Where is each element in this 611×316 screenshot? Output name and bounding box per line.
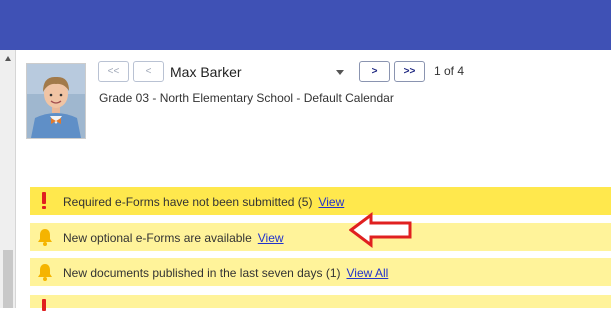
bell-icon — [38, 229, 52, 246]
chevron-down-icon — [336, 70, 344, 75]
alert-text: Required e-Forms have not been submitted… — [63, 195, 313, 209]
previous-student-button[interactable]: < — [133, 61, 164, 82]
student-select[interactable]: Max Barker — [170, 62, 348, 82]
view-optional-eforms-link[interactable]: View — [258, 231, 284, 245]
view-all-documents-link[interactable]: View All — [346, 266, 388, 280]
student-grade-school: Grade 03 - North Elementary School - Def… — [99, 91, 394, 105]
divider — [15, 50, 16, 308]
student-name: Max Barker — [170, 64, 242, 80]
view-required-eforms-link[interactable]: View — [318, 195, 344, 209]
scrollbar[interactable] — [0, 50, 16, 308]
first-student-button[interactable]: << — [98, 61, 129, 82]
student-photo — [26, 63, 86, 139]
scrollbar-thumb[interactable] — [3, 250, 13, 308]
exclamation-icon — [42, 192, 46, 209]
app-header — [0, 0, 611, 50]
scroll-up-icon[interactable] — [5, 56, 11, 61]
alert-text: New documents published in the last seve… — [63, 266, 341, 280]
last-student-button[interactable]: >> — [394, 61, 425, 82]
alert-partial — [30, 295, 611, 311]
alert-required-eforms: Required e-Forms have not been submitted… — [30, 187, 611, 215]
alert-text: New optional e-Forms are available — [63, 231, 252, 245]
next-student-button[interactable]: > — [359, 61, 390, 82]
bell-icon — [38, 264, 52, 281]
red-arrow-icon — [349, 212, 412, 248]
alert-new-documents: New documents published in the last seve… — [30, 258, 611, 286]
alert-optional-eforms: New optional e-Forms are available View — [30, 223, 611, 251]
student-page-count: 1 of 4 — [434, 64, 465, 78]
